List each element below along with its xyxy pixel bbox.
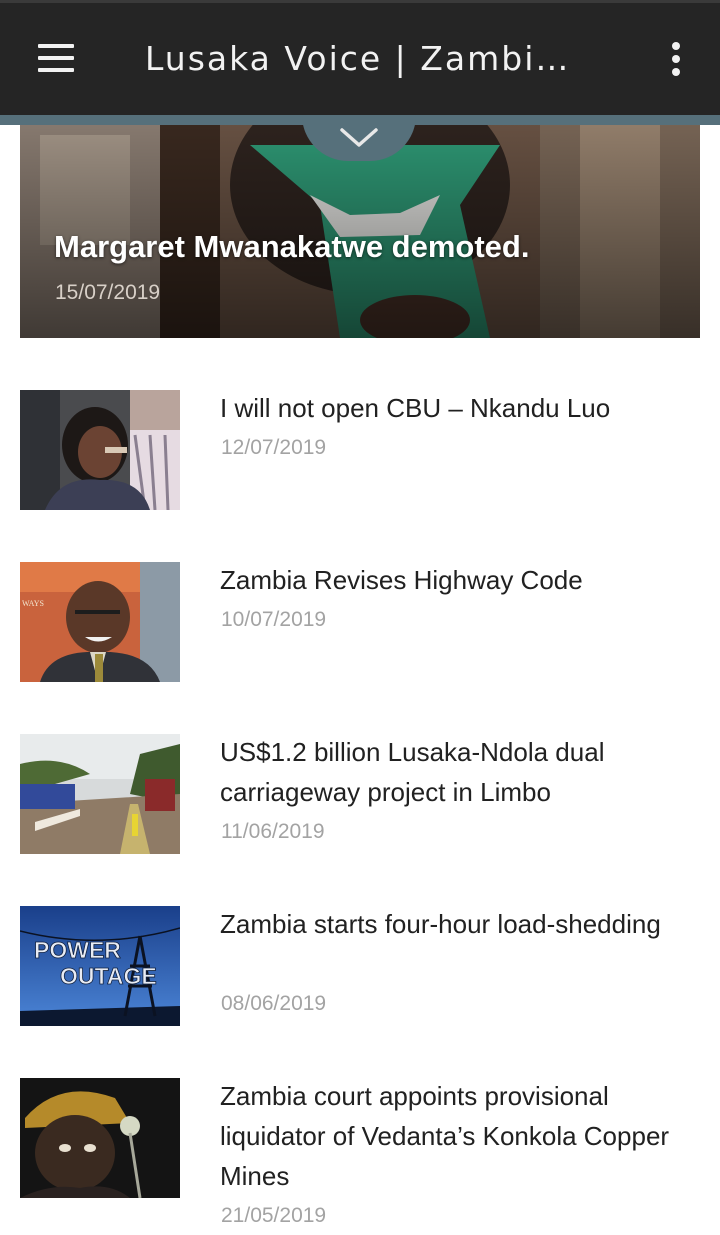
featured-date: 15/07/2019 (55, 281, 161, 304)
hamburger-menu-icon[interactable] (38, 44, 74, 74)
article-date: 11/06/2019 (221, 820, 325, 843)
article-title: US$1.2 billion Lusaka-Ndola dual carriag… (220, 737, 605, 807)
article-thumbnail (20, 390, 180, 510)
article-title: Zambia court appoints provisional liquid… (220, 1081, 670, 1191)
article-thumbnail (20, 1078, 180, 1198)
article-thumbnail: WAYS (20, 562, 180, 682)
app-title: Lusaka Voice | Zambia's News Source (145, 39, 590, 78)
article-item[interactable]: POWER OUTAGE Zambia starts four-hour loa… (20, 906, 700, 1026)
more-vert-icon[interactable] (668, 42, 684, 78)
article-date: 08/06/2019 (221, 992, 327, 1015)
article-item[interactable]: WAYS Zambia Revises Highway Code 10/07/2… (20, 562, 700, 682)
article-item[interactable]: US$1.2 billion Lusaka-Ndola dual carriag… (20, 734, 700, 854)
article-thumbnail (20, 734, 180, 854)
article-title: Zambia Revises Highway Code (220, 565, 583, 595)
article-date: 12/07/2019 (221, 436, 327, 459)
featured-title: Margaret Mwanakatwe demoted. (54, 229, 530, 264)
app-bar: Lusaka Voice | Zambia's News Source (0, 0, 720, 115)
article-date: 10/07/2019 (221, 608, 327, 631)
power-text: POWER (34, 937, 121, 963)
article-date: 21/05/2019 (221, 1204, 327, 1227)
article-title: Zambia starts four-hour load-shedding (220, 909, 661, 939)
status-divider (0, 0, 720, 3)
banner-sign-text: WAYS (22, 599, 44, 608)
article-thumbnail: POWER OUTAGE (20, 906, 180, 1026)
chevron-down-icon (340, 128, 378, 147)
article-item[interactable]: I will not open CBU – Nkandu Luo 12/07/2… (20, 390, 700, 510)
article-item[interactable]: Zambia court appoints provisional liquid… (20, 1078, 700, 1235)
outage-text: OUTAGE (60, 963, 157, 989)
article-title: I will not open CBU – Nkandu Luo (220, 393, 611, 423)
